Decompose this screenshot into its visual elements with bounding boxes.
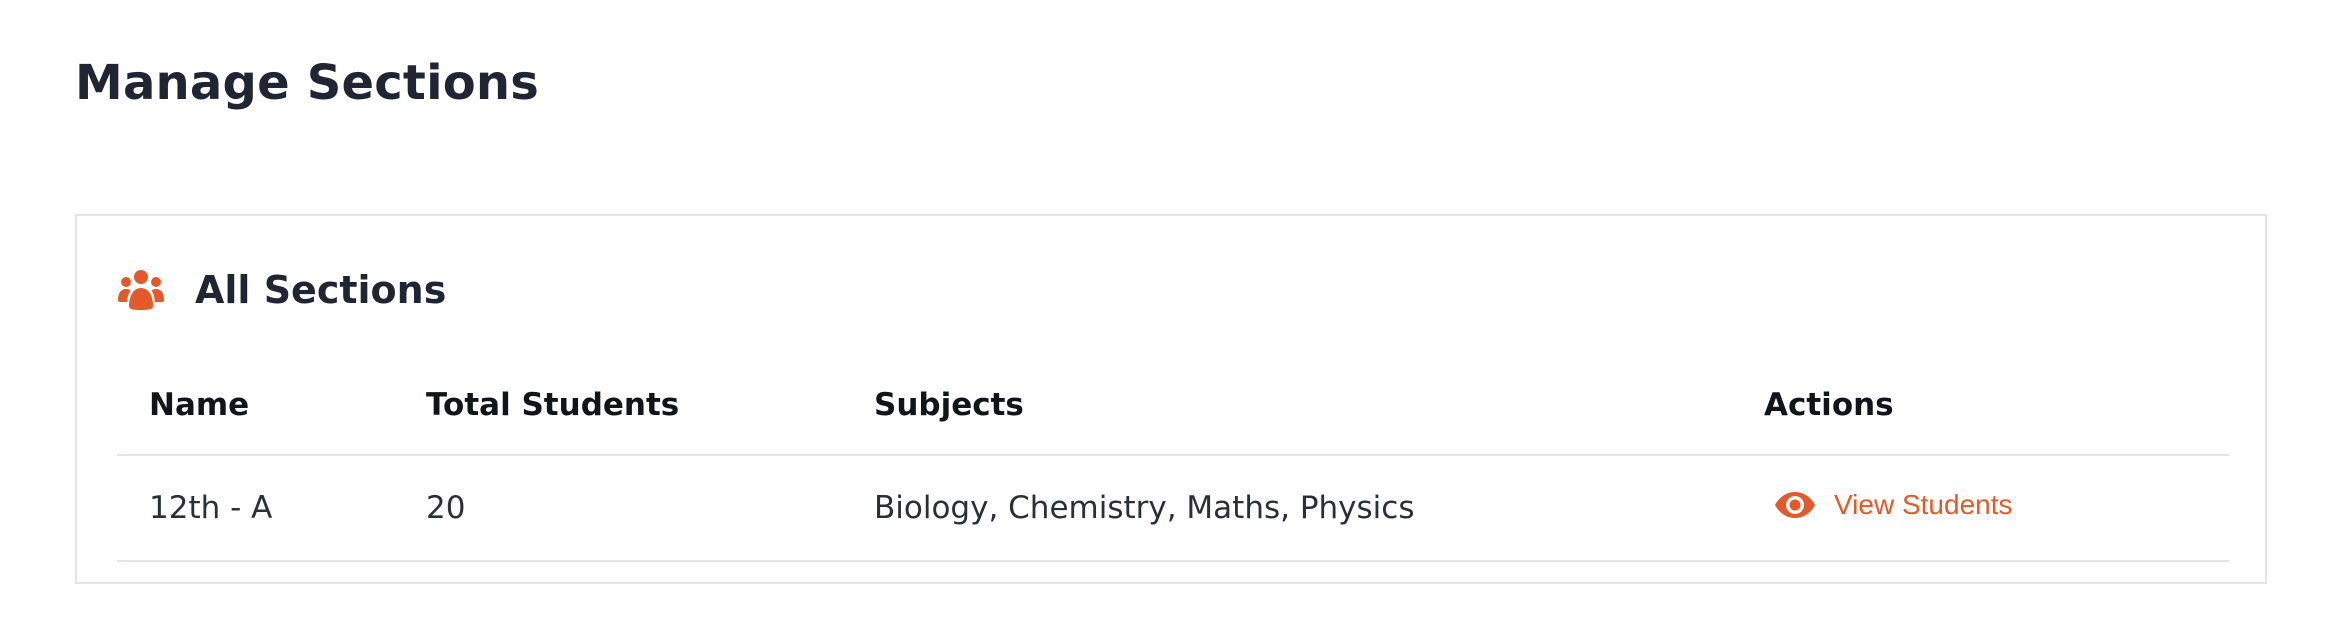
cell-section-name: 12th - A [117, 455, 394, 562]
column-header-actions: Actions [1732, 356, 2229, 456]
card-header: All Sections [117, 256, 446, 324]
view-students-link[interactable]: View Students [1774, 489, 2013, 521]
table-header-row: Name Total Students Subjects Actions [117, 356, 2229, 456]
column-header-name: Name [117, 356, 394, 456]
sections-card: All Sections Name Total Students Subject… [75, 214, 2267, 584]
column-header-total-students: Total Students [394, 356, 842, 456]
users-icon [117, 269, 165, 311]
sections-table: Name Total Students Subjects Actions 12t… [117, 356, 2229, 562]
view-students-label: View Students [1834, 488, 2013, 520]
cell-subjects: Biology, Chemistry, Maths, Physics [842, 455, 1732, 562]
cell-total-students: 20 [394, 455, 842, 562]
sections-table-wrapper: Name Total Students Subjects Actions 12t… [117, 356, 2229, 562]
cell-actions: View Students [1732, 455, 2229, 562]
column-header-subjects: Subjects [842, 356, 1732, 456]
eye-icon [1774, 490, 1816, 520]
table-row: 12th - A 20 Biology, Chemistry, Maths, P… [117, 455, 2229, 562]
page-title: Manage Sections [75, 55, 540, 111]
card-title: All Sections [195, 268, 447, 312]
